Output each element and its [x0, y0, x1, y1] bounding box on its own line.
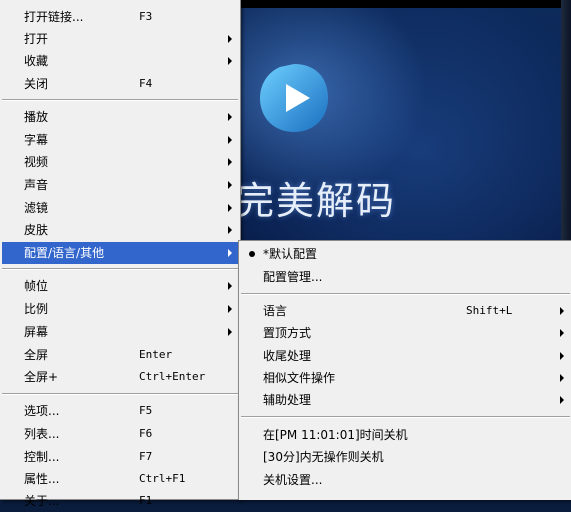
menu-separator: [2, 99, 238, 101]
menu-item-skins[interactable]: 皮肤: [2, 219, 238, 241]
menu-item-label: 全屏: [24, 348, 49, 362]
menu-item-label: 控制...: [24, 450, 60, 464]
menu-item-close[interactable]: 关闭 F4: [2, 73, 238, 95]
submenu-item-config-manage[interactable]: 配置管理...: [241, 266, 570, 288]
submenu-item-shutdown-at-time[interactable]: 在[PM 11:01:01]时间关机: [241, 424, 570, 446]
menu-item-label: 属性...: [24, 472, 60, 486]
menu-item-shortcut: Ctrl+F1: [139, 472, 186, 485]
submenu-arrow-icon: [228, 282, 232, 290]
menu-item-options[interactable]: 选项... F5: [2, 400, 238, 422]
submenu-item-on-top-mode[interactable]: 置顶方式: [241, 322, 570, 344]
submenu-item-similar-files[interactable]: 相似文件操作: [241, 367, 570, 389]
submenu-arrow-icon: [228, 136, 232, 144]
submenu-arrow-icon: [560, 396, 564, 404]
menu-item-label: 屏幕: [24, 325, 49, 339]
submenu-arrow-icon: [228, 181, 232, 189]
menu-item-shortcut: Shift+L: [466, 304, 513, 317]
menu-item-play[interactable]: 播放: [2, 106, 238, 128]
menu-item-about[interactable]: 关于... F1: [2, 490, 238, 512]
submenu-arrow-icon: [560, 374, 564, 382]
menu-item-shortcut: F1: [139, 494, 153, 507]
context-menu-main: 打开链接... F3 打开 收藏 关闭 F4 播放 字幕 视频 声音 滤镜 皮肤…: [0, 0, 241, 508]
submenu-arrow-icon: [560, 307, 564, 315]
menu-item-label: 关闭: [24, 77, 49, 91]
menu-item-label: 声音: [24, 178, 49, 192]
menu-item-controls[interactable]: 控制... F7: [2, 446, 238, 468]
menu-item-label: 打开链接...: [24, 10, 84, 24]
menu-item-aspect-ratio[interactable]: 比例: [2, 298, 238, 320]
menu-item-label: 选项...: [24, 404, 60, 418]
submenu-arrow-icon: [228, 204, 232, 212]
menu-separator: [241, 416, 570, 418]
menu-item-label: 关于...: [24, 494, 60, 508]
submenu-item-default-config[interactable]: *默认配置: [241, 243, 570, 265]
menu-item-label: 配置管理...: [263, 270, 323, 284]
menu-item-label: 帧位: [24, 279, 49, 293]
menu-item-label: 比例: [24, 302, 49, 316]
submenu-arrow-icon: [228, 305, 232, 313]
menu-item-label: 字幕: [24, 133, 49, 147]
menu-item-open[interactable]: 打开: [2, 28, 238, 50]
menu-separator: [241, 293, 570, 295]
menu-item-label: 视频: [24, 155, 49, 169]
menu-item-label: 辅助处理: [263, 393, 312, 407]
menu-item-label: 收尾处理: [263, 349, 312, 363]
submenu-item-language[interactable]: 语言 Shift+L: [241, 300, 570, 322]
menu-item-config-language-other[interactable]: 配置/语言/其他: [2, 242, 238, 264]
menu-item-favorites[interactable]: 收藏: [2, 50, 238, 72]
submenu-arrow-icon: [228, 57, 232, 65]
submenu-item-finish-action[interactable]: 收尾处理: [241, 345, 570, 367]
menu-item-screen[interactable]: 屏幕: [2, 321, 238, 343]
menu-item-label: 播放: [24, 110, 49, 124]
menu-separator: [2, 268, 238, 270]
submenu-arrow-icon: [228, 113, 232, 121]
menu-item-shortcut: F4: [139, 77, 153, 90]
menu-item-label: [30分]内无操作则关机: [263, 450, 384, 464]
menu-item-label: 置顶方式: [263, 326, 312, 340]
menu-item-label: 皮肤: [24, 223, 49, 237]
menu-item-video[interactable]: 视频: [2, 151, 238, 173]
menu-item-shortcut: Ctrl+Enter: [139, 370, 206, 383]
submenu-arrow-icon: [228, 249, 232, 257]
player-logo-icon: [260, 64, 328, 132]
menu-item-label: 全屏+: [24, 370, 59, 384]
submenu-item-shutdown-idle[interactable]: [30分]内无操作则关机: [241, 446, 570, 468]
menu-item-label: 配置/语言/其他: [24, 246, 105, 260]
menu-item-subtitles[interactable]: 字幕: [2, 129, 238, 151]
menu-item-label: 收藏: [24, 54, 49, 68]
menu-separator: [2, 393, 238, 395]
menu-item-frame[interactable]: 帧位: [2, 275, 238, 297]
menu-item-properties[interactable]: 属性... Ctrl+F1: [2, 468, 238, 490]
menu-item-label: 语言: [263, 304, 288, 318]
submenu-arrow-icon: [228, 328, 232, 336]
menu-item-fullscreen[interactable]: 全屏 Enter: [2, 344, 238, 366]
menu-item-label: 在[PM 11:01:01]时间关机: [263, 428, 408, 442]
menu-item-playlist[interactable]: 列表... F6: [2, 423, 238, 445]
submenu-arrow-icon: [228, 158, 232, 166]
menu-item-label: 相似文件操作: [263, 371, 336, 385]
menu-item-shortcut: F5: [139, 404, 153, 417]
menu-item-shortcut: F3: [139, 10, 153, 23]
submenu-arrow-icon: [560, 352, 564, 360]
submenu-arrow-icon: [228, 35, 232, 43]
menu-item-audio[interactable]: 声音: [2, 174, 238, 196]
menu-item-label: 滤镜: [24, 201, 49, 215]
checked-bullet-icon: [249, 251, 255, 257]
submenu-arrow-icon: [560, 329, 564, 337]
submenu-item-shutdown-settings[interactable]: 关机设置...: [241, 469, 570, 491]
menu-item-label: *默认配置: [263, 247, 318, 261]
menu-item-shortcut: F7: [139, 450, 153, 463]
menu-item-shortcut: F6: [139, 427, 153, 440]
menu-item-filters[interactable]: 滤镜: [2, 197, 238, 219]
menu-item-label: 列表...: [24, 427, 60, 441]
menu-item-label: 打开: [24, 32, 49, 46]
menu-item-fullscreen-plus[interactable]: 全屏+ Ctrl+Enter: [2, 366, 238, 388]
menu-item-label: 关机设置...: [263, 473, 323, 487]
submenu-arrow-icon: [228, 226, 232, 234]
submenu-item-auxiliary[interactable]: 辅助处理: [241, 389, 570, 411]
player-brand-text: 完美解码: [236, 179, 397, 223]
menu-item-open-link[interactable]: 打开链接... F3: [2, 6, 238, 28]
context-submenu-config: *默认配置 配置管理... 语言 Shift+L 置顶方式 收尾处理 相似文件操…: [238, 240, 571, 500]
menu-item-shortcut: Enter: [139, 348, 173, 361]
